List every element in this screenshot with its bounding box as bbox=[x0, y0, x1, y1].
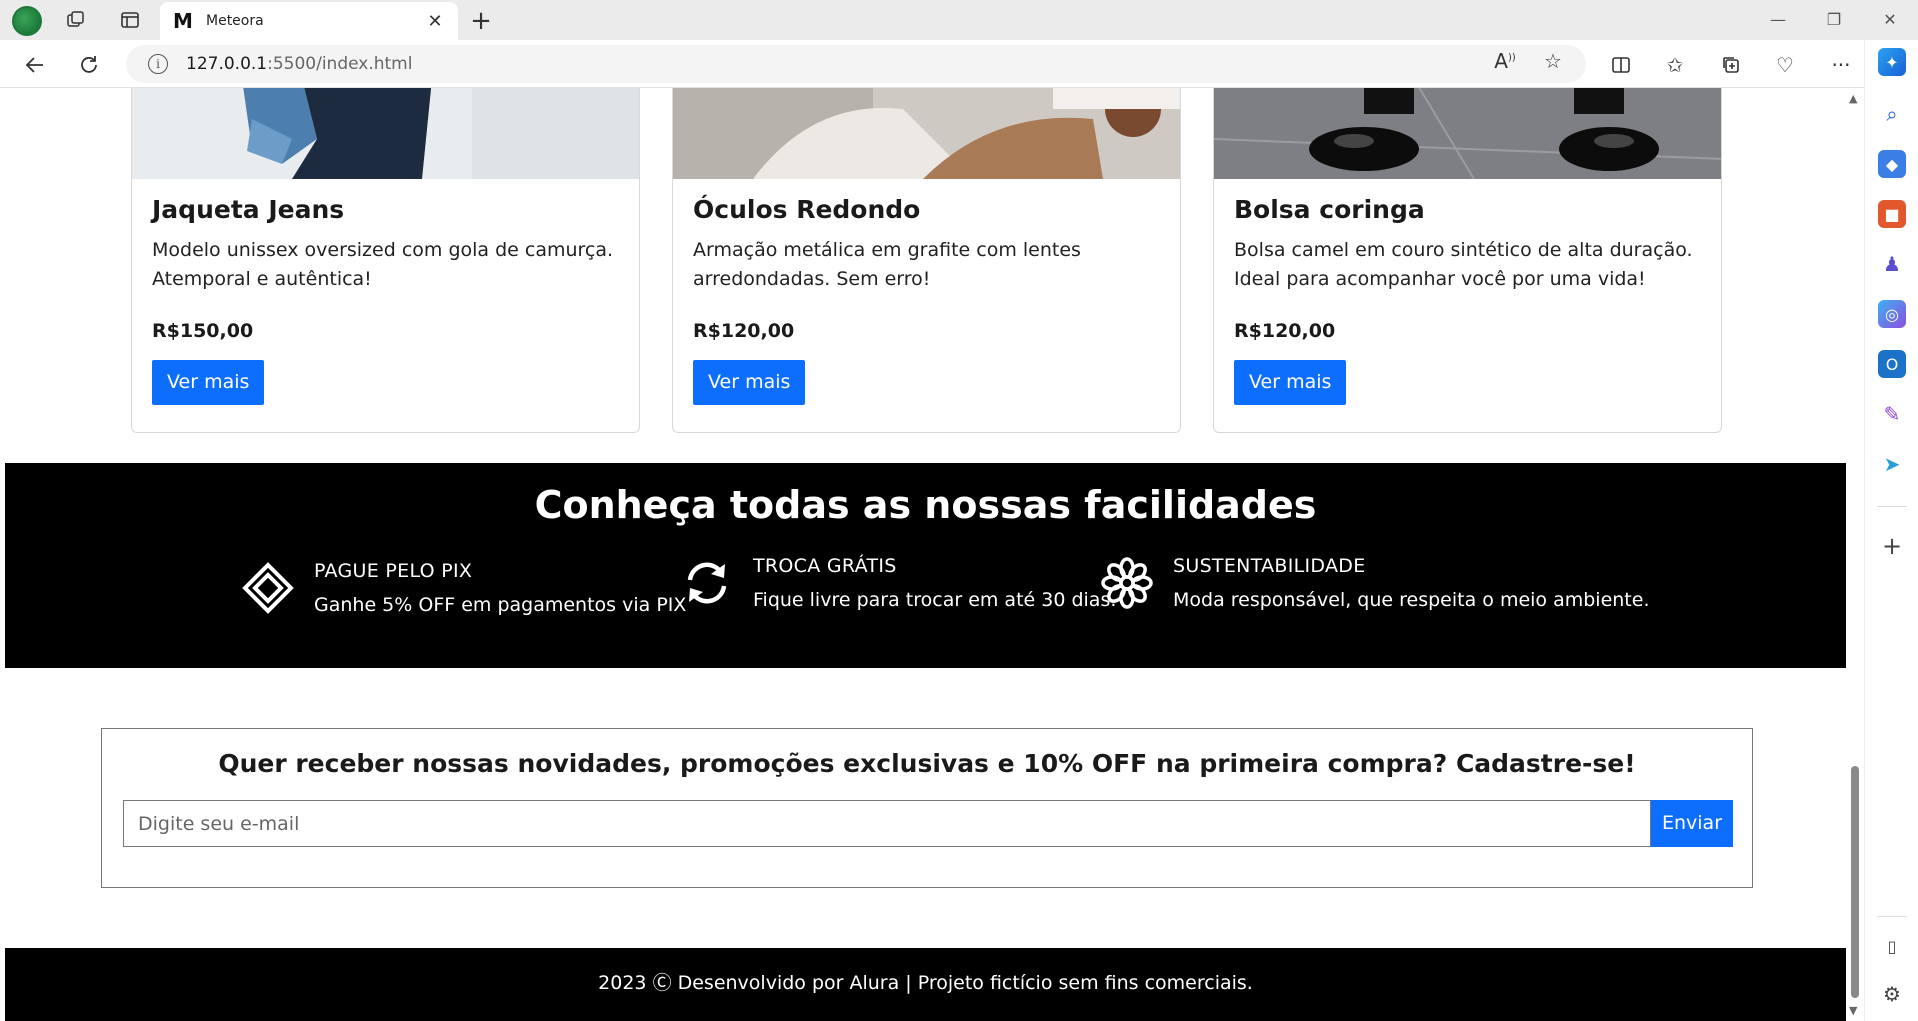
card-body: Jaqueta Jeans Modelo unissex oversized c… bbox=[152, 187, 619, 405]
collections-icon[interactable] bbox=[1716, 50, 1746, 80]
profile-avatar[interactable] bbox=[12, 6, 42, 36]
scroll-up-icon[interactable]: ▲ bbox=[1849, 92, 1857, 105]
features-section: Conheça todas as nossas facilidades PAGU… bbox=[5, 463, 1846, 668]
product-price: R$120,00 bbox=[1234, 320, 1336, 342]
product-description: Armação metálica em grafite com lentes a… bbox=[693, 239, 1081, 290]
favorite-star-icon[interactable]: ☆ bbox=[1538, 49, 1568, 73]
feature-name: TROCA GRÁTIS bbox=[753, 555, 897, 577]
url-path: :5500/index.html bbox=[267, 54, 413, 74]
newsletter-title: Quer receber nossas novidades, promoções… bbox=[218, 749, 1636, 778]
browser-tab-bar: M Meteora ✕ + — ❐ ✕ bbox=[0, 0, 1918, 40]
product-cards: Jaqueta Jeans Modelo unissex oversized c… bbox=[131, 88, 1722, 433]
page-footer: 2023 Ⓒ Desenvolvido por Alura | Projeto … bbox=[5, 948, 1846, 1021]
feature-name: PAGUE PELO PIX bbox=[314, 560, 473, 582]
ver-mais-button[interactable]: Ver mais bbox=[152, 360, 265, 405]
restore-icon[interactable]: ❐ bbox=[1814, 6, 1854, 34]
close-tab-icon[interactable]: ✕ bbox=[424, 11, 446, 32]
designer-icon[interactable]: ✎ bbox=[1878, 400, 1906, 428]
tab-actions-icon[interactable] bbox=[118, 8, 142, 32]
edge-sidebar: ✦ ⌕ ◆ ■ ♟ ◎ O ✎ ➤ + ▯ ⚙ bbox=[1864, 40, 1918, 1021]
browser-essentials-icon[interactable]: ♡ bbox=[1770, 50, 1800, 80]
features-title: Conheça todas as nossas facilidades bbox=[534, 483, 1317, 527]
feature-description: Moda responsável, que respeita o meio am… bbox=[1173, 589, 1650, 611]
ver-mais-button[interactable]: Ver mais bbox=[1234, 360, 1347, 405]
feature-description: Fique livre para trocar em até 30 dias. bbox=[753, 589, 1117, 611]
newsletter-section: Quer receber nossas novidades, promoções… bbox=[101, 728, 1753, 888]
search-icon[interactable]: ⌕ bbox=[1878, 100, 1906, 128]
page-viewport: Jaqueta Jeans Modelo unissex oversized c… bbox=[0, 88, 1846, 1021]
feature-description: Ganhe 5% OFF em pagamentos via PIX bbox=[314, 594, 687, 616]
scroll-thumb[interactable] bbox=[1851, 766, 1859, 998]
card-body: Óculos Redondo Armação metálica em grafi… bbox=[693, 187, 1160, 405]
feature-exchange: TROCA GRÁTIS Fique livre para trocar em … bbox=[679, 555, 1116, 611]
ver-mais-button[interactable]: Ver mais bbox=[693, 360, 806, 405]
outlook-icon[interactable]: O bbox=[1878, 350, 1906, 378]
shopping-tag-icon[interactable]: ◆ bbox=[1878, 150, 1906, 178]
product-description: Bolsa camel em couro sintético de alta d… bbox=[1234, 239, 1693, 290]
product-description: Modelo unissex oversized com gola de cam… bbox=[152, 239, 614, 290]
page-scrollbar[interactable]: ▲ ▼ bbox=[1846, 88, 1864, 1021]
refresh-icon[interactable] bbox=[74, 50, 104, 80]
tab-title: Meteora bbox=[206, 13, 264, 29]
product-title: Óculos Redondo bbox=[693, 195, 921, 224]
favorites-icon[interactable]: ✩ bbox=[1660, 50, 1690, 80]
address-bar[interactable]: i 127.0.0.1:5500/index.html A)) ☆ bbox=[126, 45, 1586, 83]
product-card: Óculos Redondo Armação metálica em grafi… bbox=[672, 88, 1181, 433]
workspaces-icon[interactable] bbox=[64, 8, 88, 32]
product-price: R$150,00 bbox=[152, 320, 254, 342]
gmail-favicon-icon: M bbox=[173, 9, 193, 33]
product-price: R$120,00 bbox=[693, 320, 795, 342]
new-tab-icon[interactable]: + bbox=[466, 6, 496, 36]
minimize-icon[interactable]: — bbox=[1758, 6, 1798, 34]
back-arrow-icon[interactable] bbox=[20, 50, 50, 80]
url-host: 127.0.0.1 bbox=[186, 54, 268, 74]
browser-toolbar: i 127.0.0.1:5500/index.html A)) ☆ ✩ ♡ ··… bbox=[0, 40, 1918, 88]
split-screen-icon[interactable] bbox=[1606, 50, 1636, 80]
scroll-down-icon[interactable]: ▼ bbox=[1849, 1004, 1857, 1017]
more-menu-icon[interactable]: ··· bbox=[1826, 50, 1856, 80]
hide-sidebar-icon[interactable]: ▯ bbox=[1878, 932, 1906, 960]
product-image-glasses bbox=[673, 88, 1180, 179]
sidebar-divider bbox=[1877, 916, 1907, 917]
tools-briefcase-icon[interactable]: ■ bbox=[1878, 200, 1906, 228]
send-button[interactable]: Enviar bbox=[1651, 800, 1733, 847]
exchange-icon bbox=[679, 555, 735, 611]
feature-pix: PAGUE PELO PIX Ganhe 5% OFF em pagamento… bbox=[240, 560, 686, 616]
feature-name: SUSTENTABILIDADE bbox=[1173, 555, 1366, 577]
site-info-icon[interactable]: i bbox=[148, 54, 168, 74]
product-card: Bolsa coringa Bolsa camel em couro sinté… bbox=[1213, 88, 1722, 433]
product-title: Bolsa coringa bbox=[1234, 195, 1425, 224]
sidebar-divider bbox=[1877, 506, 1907, 507]
read-aloud-icon[interactable]: A)) bbox=[1490, 49, 1520, 73]
microsoft-365-icon[interactable]: ◎ bbox=[1878, 300, 1906, 328]
copilot-icon[interactable]: ✦ bbox=[1878, 48, 1906, 76]
tab-meteora[interactable]: M Meteora ✕ bbox=[160, 2, 458, 40]
flower-icon bbox=[1099, 555, 1155, 611]
add-app-icon[interactable]: + bbox=[1878, 532, 1906, 560]
drop-send-icon[interactable]: ➤ bbox=[1878, 450, 1906, 478]
card-body: Bolsa coringa Bolsa camel em couro sinté… bbox=[1234, 187, 1701, 405]
product-card: Jaqueta Jeans Modelo unissex oversized c… bbox=[131, 88, 640, 433]
sidebar-settings-gear-icon[interactable]: ⚙ bbox=[1878, 980, 1906, 1008]
close-window-icon[interactable]: ✕ bbox=[1870, 6, 1910, 34]
games-icon[interactable]: ♟ bbox=[1878, 250, 1906, 278]
product-title: Jaqueta Jeans bbox=[152, 195, 345, 224]
email-input[interactable] bbox=[123, 800, 1651, 847]
feature-sustainability: SUSTENTABILIDADE Moda responsável, que r… bbox=[1099, 555, 1649, 611]
pix-icon bbox=[240, 560, 296, 616]
product-image-bag bbox=[1214, 88, 1721, 180]
product-image-jacket bbox=[132, 88, 639, 179]
